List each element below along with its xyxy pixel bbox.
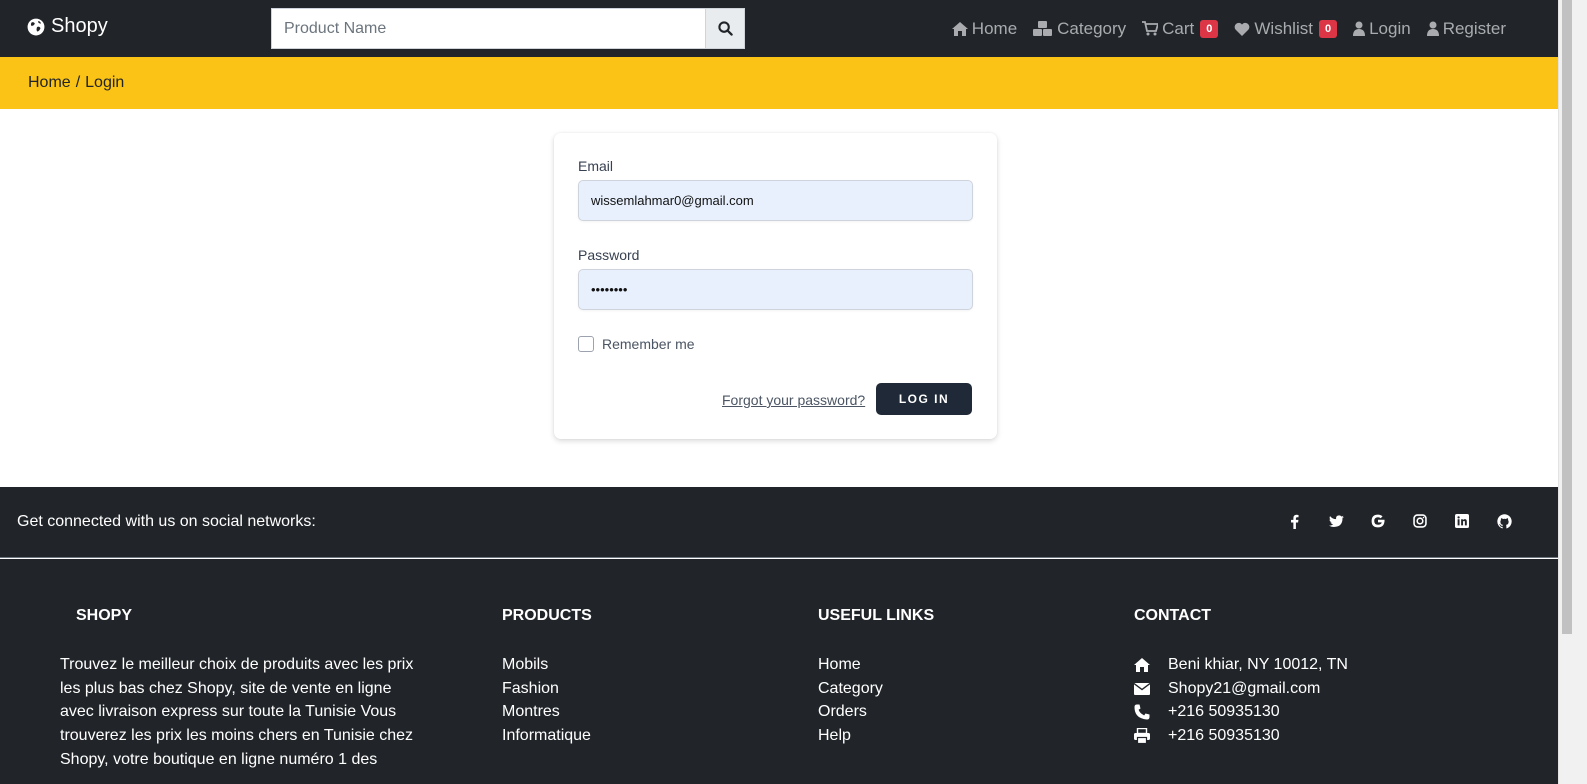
footer-brand-name: SHOPY (76, 607, 133, 624)
footer-product-link[interactable]: Mobils (502, 656, 548, 673)
vertical-scrollbar[interactable] (1558, 0, 1587, 784)
user-icon (1426, 21, 1439, 36)
breadcrumb-bar: Home / Login (0, 57, 1558, 109)
nav-cart[interactable]: Cart 0 (1142, 18, 1219, 39)
footer-products-title: PRODUCTS (502, 607, 592, 624)
footer-useful-link[interactable]: Home (818, 656, 861, 673)
phone-icon (1134, 704, 1150, 720)
social-text: Get connected with us on social networks… (17, 513, 316, 530)
contact-fax-text: +216 50935130 (1168, 727, 1280, 745)
nav-category[interactable]: Category (1033, 19, 1126, 39)
cart-icon (1142, 21, 1159, 36)
print-icon (1134, 727, 1150, 744)
home-icon (1134, 657, 1150, 672)
nav-wishlist-label: Wishlist (1254, 18, 1313, 38)
footer-product-link[interactable]: Montres (502, 703, 560, 720)
facebook-icon[interactable] (1286, 513, 1302, 529)
page: Shopy Home Category Cart 0 (0, 0, 1558, 784)
login-card: Email Password Remember me Forgot your p… (554, 133, 997, 439)
footer-products: PRODUCTS Mobils Fashion Montres Informat… (502, 607, 592, 748)
footer-product-link[interactable]: Informatique (502, 727, 591, 744)
nav-register[interactable]: Register (1426, 18, 1506, 39)
email-field[interactable] (578, 180, 973, 221)
home-icon (951, 21, 968, 36)
breadcrumb: Home / Login (28, 74, 124, 92)
social-icons (1286, 513, 1512, 529)
nav-home[interactable]: Home (951, 18, 1018, 39)
password-label: Password (578, 247, 640, 263)
remember-label[interactable]: Remember me (602, 336, 695, 352)
linkedin-icon[interactable] (1454, 513, 1470, 529)
email-label: Email (578, 158, 614, 174)
nav-links: Home Category Cart 0 Wishlist 0 Login Re… (951, 0, 1506, 57)
footer: SHOPY Trouvez le meilleur choix de produ… (0, 559, 1558, 784)
remember-checkbox[interactable] (578, 336, 594, 352)
footer-about-title: SHOPY (60, 607, 420, 625)
contact-address-text: Beni khiar, NY 10012, TN (1168, 656, 1348, 673)
nav-cart-label: Cart (1162, 18, 1195, 38)
footer-contact: CONTACT Beni khiar, NY 10012, TN Shopy21… (1134, 607, 1348, 748)
brand-link[interactable]: Shopy (27, 15, 108, 38)
instagram-icon[interactable] (1412, 513, 1428, 529)
heart-icon (1235, 22, 1250, 36)
contact-address: Beni khiar, NY 10012, TN (1134, 653, 1348, 677)
footer-product-link[interactable]: Fashion (502, 680, 559, 697)
footer-useful-link[interactable]: Category (818, 680, 883, 697)
cart-count-badge: 0 (1200, 19, 1219, 38)
cubes-icon (1033, 20, 1053, 36)
breadcrumb-current: Login (85, 74, 125, 91)
footer-contact-title: CONTACT (1134, 607, 1212, 624)
contact-email: Shopy21@gmail.com (1134, 677, 1348, 701)
nav-login-label: Login (1369, 18, 1411, 38)
breadcrumb-separator: / (75, 74, 81, 91)
contact-phone: +216 50935130 (1134, 700, 1348, 724)
social-section: Get connected with us on social networks… (0, 487, 1558, 558)
nav-login[interactable]: Login (1353, 19, 1411, 39)
footer-useful-links-title: USEFUL LINKS (818, 607, 935, 624)
globe-icon (27, 18, 45, 35)
password-field[interactable] (578, 269, 973, 310)
google-icon[interactable] (1370, 513, 1386, 529)
nav-register-label: Register (1442, 18, 1506, 38)
contact-phone-text: +216 50935130 (1168, 703, 1280, 721)
nav-category-label: Category (1057, 18, 1127, 38)
contact-email-text: Shopy21@gmail.com (1168, 679, 1321, 697)
nav-wishlist[interactable]: Wishlist 0 (1234, 18, 1338, 39)
forgot-password-link[interactable]: Forgot your password? (722, 392, 865, 408)
footer-useful-links: USEFUL LINKS Home Category Orders Help (818, 607, 934, 748)
footer-about-text: Trouvez le meilleur choix de produits av… (60, 656, 414, 768)
search-icon (717, 21, 733, 36)
search-input[interactable] (271, 8, 705, 49)
footer-useful-link[interactable]: Orders (818, 703, 867, 720)
github-icon[interactable] (1496, 513, 1512, 529)
footer-useful-link[interactable]: Help (818, 727, 851, 744)
scrollbar-thumb[interactable] (1562, 0, 1572, 634)
login-button[interactable]: LOG IN (876, 383, 972, 415)
user-icon (1353, 21, 1366, 36)
envelope-icon (1134, 682, 1150, 695)
brand-name: Shopy (51, 15, 108, 37)
nav-home-label: Home (971, 18, 1018, 38)
remember-me: Remember me (578, 336, 695, 352)
breadcrumb-home[interactable]: Home (28, 74, 71, 92)
navbar: Shopy Home Category Cart 0 (0, 0, 1558, 57)
footer-about: SHOPY Trouvez le meilleur choix de produ… (60, 607, 420, 772)
search-form (271, 8, 745, 49)
twitter-icon[interactable] (1328, 513, 1344, 529)
search-button[interactable] (705, 8, 745, 49)
wishlist-count-badge: 0 (1318, 19, 1338, 38)
contact-fax: +216 50935130 (1134, 724, 1348, 748)
